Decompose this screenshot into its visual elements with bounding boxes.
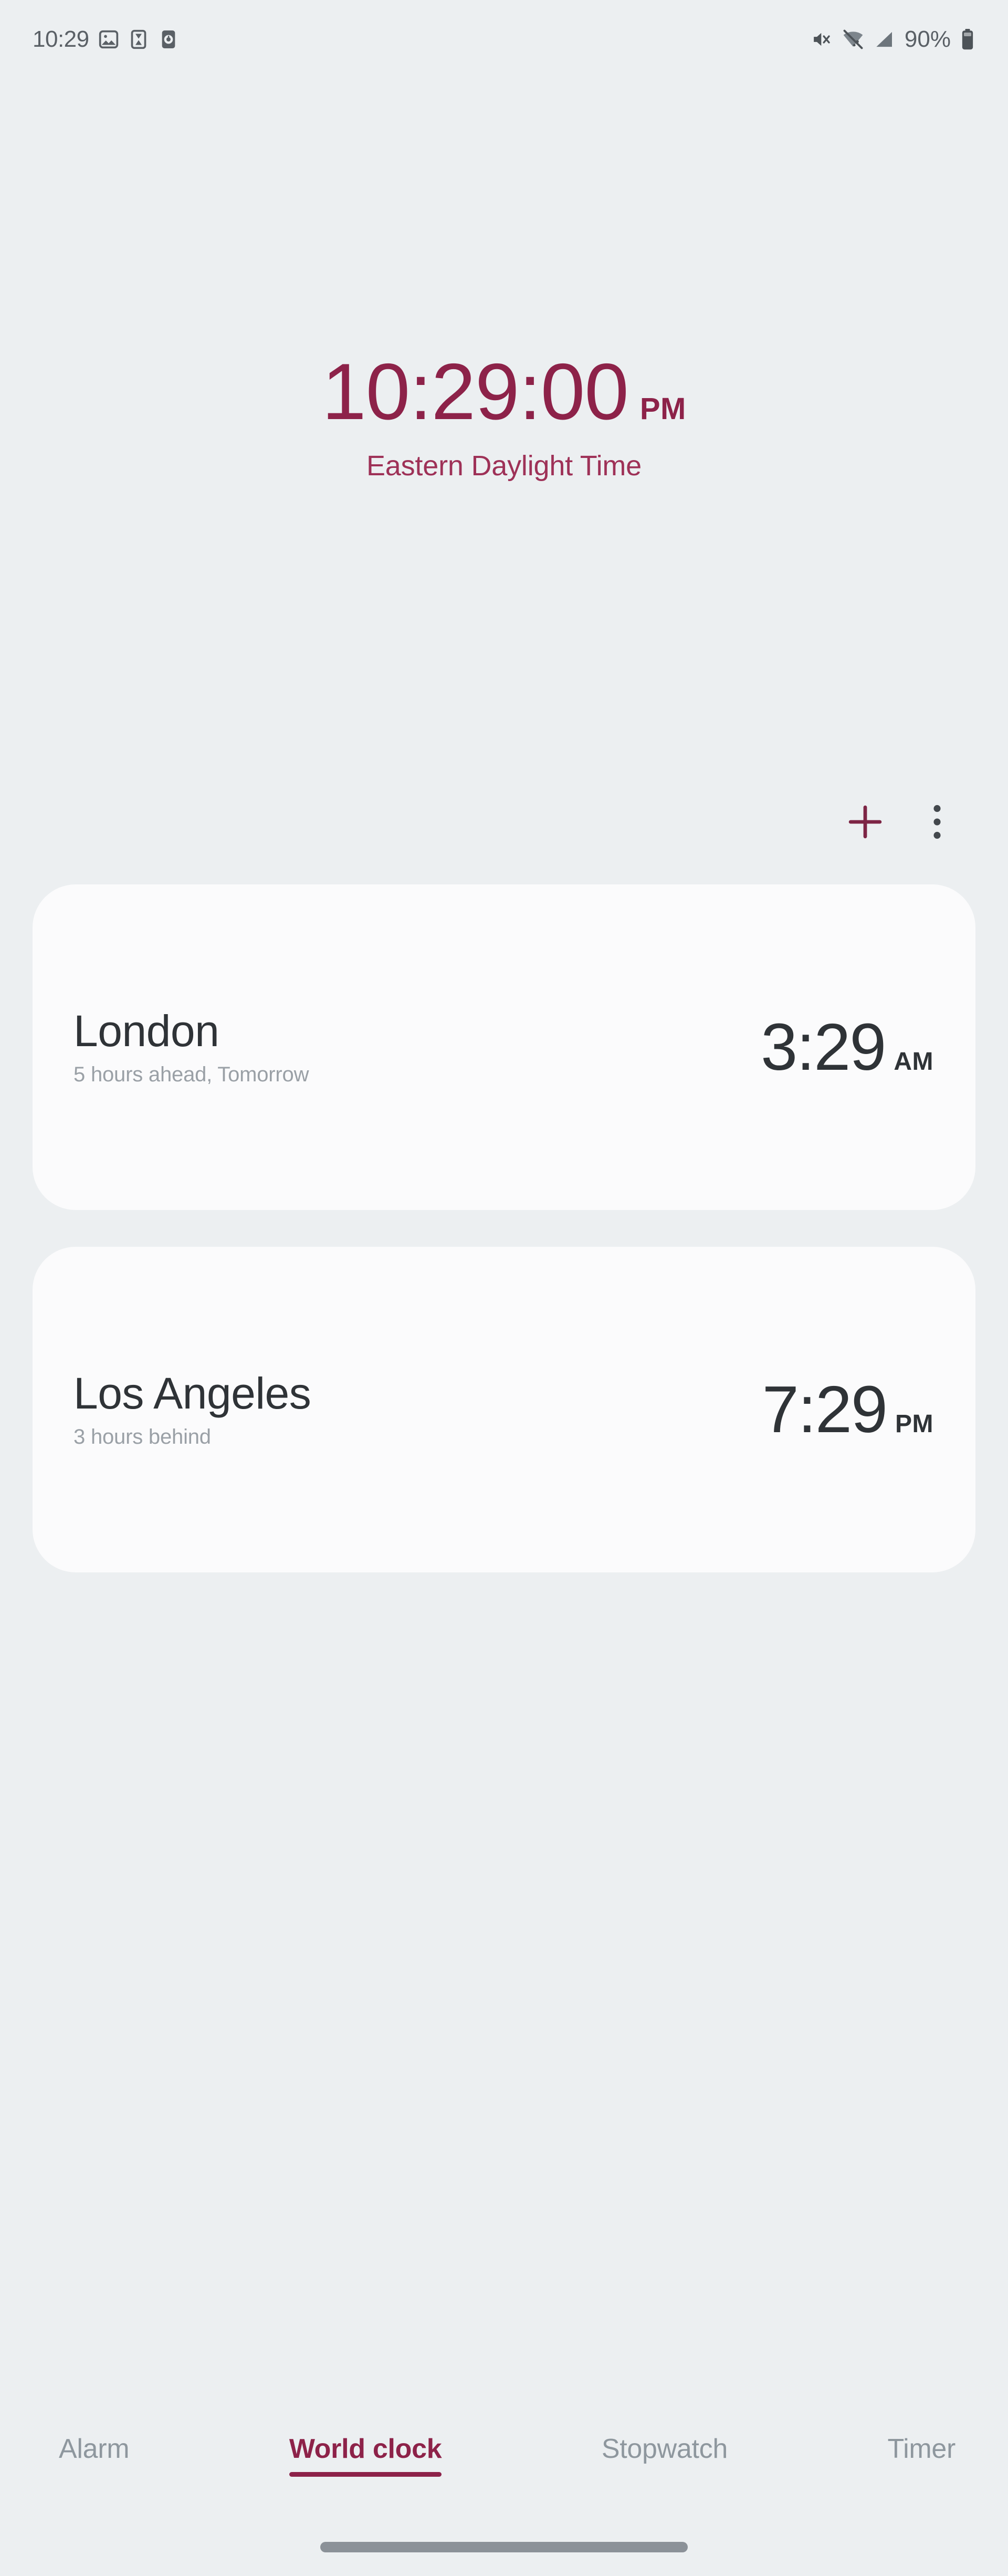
tab-label: Timer: [887, 2434, 956, 2464]
home-clock-time-row: 10:29:00 PM: [0, 352, 1008, 432]
hourglass-icon: [128, 29, 149, 50]
city-offset-label: 3 hours behind: [74, 1425, 211, 1448]
city-name: Los Angeles: [74, 1369, 311, 1419]
photo-icon: [98, 29, 119, 50]
tab-label: World clock: [289, 2434, 442, 2464]
wifi-off-icon: [842, 28, 865, 51]
add-city-button[interactable]: [834, 791, 897, 854]
city-offset-label: 5 hours ahead, Tomorrow: [74, 1062, 309, 1086]
tab-stopwatch[interactable]: Stopwatch: [602, 2418, 728, 2477]
status-bar-right: 90%: [811, 28, 975, 51]
home-clock-timezone-label: Eastern Daylight Time: [366, 450, 642, 482]
city-meridiem: AM: [894, 1048, 933, 1076]
overflow-menu-button[interactable]: [915, 791, 960, 854]
overflow-menu-icon: [930, 798, 944, 847]
city-time: 7:29: [762, 1372, 888, 1446]
battery-icon: [960, 28, 975, 50]
city-meridiem: PM: [895, 1410, 933, 1438]
city-time: 3:29: [761, 1010, 886, 1084]
gesture-bar-area: [0, 2518, 1008, 2576]
home-timezone-clock: 10:29:00 PM Eastern Daylight Time: [0, 352, 1008, 482]
home-gesture-bar[interactable]: [320, 2542, 688, 2552]
volume-mute-icon: [811, 28, 833, 50]
status-bar-clock: 10:29: [33, 26, 89, 52]
plus-icon: [842, 799, 888, 847]
city-card-london[interactable]: London 5 hours ahead, Tomorrow 3:29 AM: [33, 884, 975, 1210]
city-time-row: 3:29 AM: [761, 1014, 933, 1080]
world-clock-city-list: London 5 hours ahead, Tomorrow 3:29 AM L…: [0, 884, 1008, 1572]
status-bar: 10:29 90%: [0, 0, 1008, 79]
tab-label: Stopwatch: [601, 2434, 728, 2464]
city-card-los-angeles[interactable]: Los Angeles 3 hours behind 7:29 PM: [33, 1247, 975, 1572]
city-name: London: [74, 1006, 219, 1056]
tab-underline: [289, 2472, 442, 2477]
battery-percent-label: 90%: [904, 26, 951, 52]
cellular-signal-icon: [874, 29, 895, 50]
status-bar-left: 10:29: [33, 28, 179, 51]
bottom-tab-bar: Alarm World clock Stopwatch Timer: [0, 2418, 1008, 2518]
city-time-row: 7:29 PM: [762, 1376, 933, 1443]
tab-alarm[interactable]: Alarm: [59, 2418, 130, 2477]
tab-timer[interactable]: Timer: [888, 2418, 956, 2477]
tab-label: Alarm: [59, 2434, 130, 2464]
city-info: London 5 hours ahead, Tomorrow: [74, 1008, 309, 1086]
alarm-clock-icon: [158, 29, 179, 50]
clock-app-screen: 10:29 90% 10:29:00 PM Eastern Daylight T…: [0, 0, 1008, 2576]
tab-world-clock[interactable]: World clock: [289, 2418, 442, 2477]
city-info: Los Angeles 3 hours behind: [74, 1370, 311, 1448]
home-clock-meridiem: PM: [639, 392, 686, 426]
world-clock-toolbar: [0, 791, 1008, 854]
home-clock-time: 10:29:00: [322, 347, 629, 436]
